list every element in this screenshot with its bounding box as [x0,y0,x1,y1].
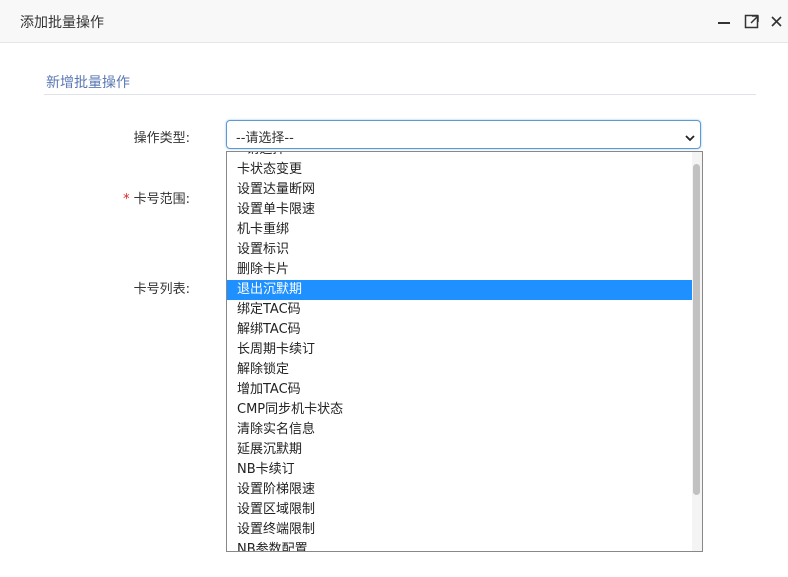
dropdown-option[interactable]: 增加TAC码 [227,380,692,400]
dropdown-option[interactable]: NB卡续订 [227,460,692,480]
dropdown-option[interactable]: --请选择-- [227,152,692,160]
dropdown-option[interactable]: 清除实名信息 [227,420,692,440]
dropdown-option[interactable]: 删除卡片 [227,260,692,280]
minimize-icon[interactable] [715,12,733,30]
card-range-label: 卡号范围: [133,192,190,207]
section-title: 新增批量操作 [46,75,130,91]
select-value: --请选择-- [236,131,294,146]
section-divider [44,94,756,95]
operation-type-select[interactable]: --请选择-- [226,120,701,149]
dropdown-option[interactable]: 设置达量断网 [227,180,692,200]
dropdown-option[interactable]: 设置单卡限速 [227,200,692,220]
dropdown-option[interactable]: 绑定TAC码 [227,300,692,320]
operation-type-dropdown[interactable]: --请选择--卡状态变更设置达量断网设置单卡限速机卡重绑设置标识删除卡片退出沉默… [226,151,703,552]
dropdown-option[interactable]: NB参数配置 [227,540,692,551]
card-range-label-row: * 卡号范围: [40,188,190,207]
dropdown-option[interactable]: 长周期卡续订 [227,340,692,360]
dropdown-option[interactable]: 解除锁定 [227,360,692,380]
scrollbar-thumb[interactable] [693,164,700,495]
dropdown-option[interactable]: 设置区域限制 [227,500,692,520]
dropdown-options: --请选择--卡状态变更设置达量断网设置单卡限速机卡重绑设置标识删除卡片退出沉默… [227,152,692,551]
chevron-down-icon [684,129,696,142]
dialog-title: 添加批量操作 [20,15,104,31]
dropdown-option[interactable]: 设置终端限制 [227,520,692,540]
card-list-label: 卡号列表: [133,282,190,297]
dialog: 添加批量操作 新增批量操作 操作类型: * 卡号范围: 卡号列表: --请选择-- [0,0,788,577]
dropdown-option[interactable]: 设置阶梯限速 [227,480,692,500]
dropdown-option[interactable]: 卡状态变更 [227,160,692,180]
dropdown-option[interactable]: 机卡重绑 [227,220,692,240]
dropdown-option[interactable]: CMP同步机卡状态 [227,400,692,420]
operation-type-label: 操作类型: [133,131,190,146]
dropdown-option[interactable]: 延展沉默期 [227,440,692,460]
maximize-icon[interactable] [743,12,761,30]
dropdown-option[interactable]: 设置标识 [227,240,692,260]
required-mark: * [123,192,130,207]
dropdown-option[interactable]: 解绑TAC码 [227,320,692,340]
dropdown-option[interactable]: 退出沉默期 [227,280,692,300]
dialog-titlebar: 添加批量操作 [0,0,788,43]
close-icon[interactable] [768,12,786,30]
